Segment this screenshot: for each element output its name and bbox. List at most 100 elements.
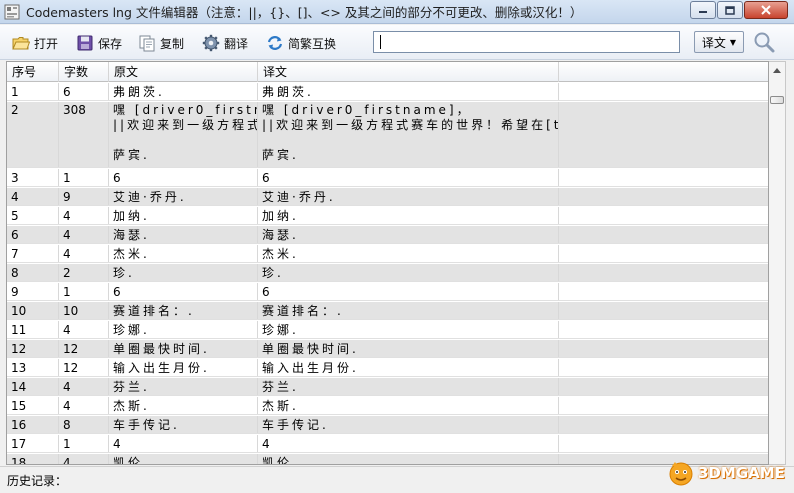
column-header-original[interactable]: 原文	[109, 62, 258, 82]
minimize-button[interactable]	[690, 1, 716, 19]
save-button[interactable]: 保存	[76, 32, 122, 54]
table-row[interactable]: 1 6 弗朗茨. 弗朗茨.	[7, 83, 768, 101]
cell-id[interactable]: 8	[7, 264, 59, 281]
copy-button[interactable]: 复制	[138, 32, 184, 54]
cell-translation[interactable]: 单圈最快时间.	[258, 340, 559, 357]
cell-count[interactable]: 1	[59, 169, 109, 186]
table-row[interactable]: 13 12 输入出生月份. 输入出生月份.	[7, 359, 768, 377]
cell-id[interactable]: 3	[7, 169, 59, 186]
table-row[interactable]: 9166	[7, 283, 768, 301]
cell-count[interactable]: 4	[59, 454, 109, 464]
table-row[interactable]: 4 9 艾迪·乔丹. 艾迪·乔丹.	[7, 188, 768, 206]
table-row[interactable]: 12 12 单圈最快时间. 单圈最快时间.	[7, 340, 768, 358]
cell-translation[interactable]: 海瑟.	[258, 226, 559, 243]
cell-original[interactable]: 单圈最快时间.	[109, 340, 258, 357]
cell-original[interactable]: 嘿 [driver0_firstname]， ||欢迎来到一级方程式 萨宾.	[109, 102, 258, 167]
cell-translation[interactable]: 杰米.	[258, 245, 559, 262]
table-row[interactable]: 18 4 凯伦. 凯伦.	[7, 454, 768, 464]
cell-id[interactable]: 16	[7, 416, 59, 433]
search-icon[interactable]	[752, 30, 776, 54]
cell-original[interactable]: 珍娜.	[109, 321, 258, 338]
cell-id[interactable]: 18	[7, 454, 59, 464]
cell-id[interactable]: 14	[7, 378, 59, 395]
cell-id[interactable]: 4	[7, 188, 59, 205]
cell-translation[interactable]: 弗朗茨.	[258, 83, 559, 100]
cell-translation[interactable]: 6	[258, 169, 559, 186]
table-row[interactable]: 3166	[7, 169, 768, 187]
cell-translation[interactable]: 输入出生月份.	[258, 359, 559, 376]
column-select[interactable]: 译文 ▼	[694, 31, 744, 53]
cell-id[interactable]: 7	[7, 245, 59, 262]
cell-count[interactable]: 4	[59, 207, 109, 224]
close-button[interactable]	[744, 1, 788, 19]
cell-original[interactable]: 艾迪·乔丹.	[109, 188, 258, 205]
cell-original[interactable]: 杰斯.	[109, 397, 258, 414]
cell-id[interactable]: 5	[7, 207, 59, 224]
cell-id[interactable]: 10	[7, 302, 59, 319]
table-row[interactable]: 17 1 4 4	[7, 435, 768, 453]
scroll-up-button[interactable]	[769, 62, 785, 78]
cell-count[interactable]: 10	[59, 302, 109, 319]
cell-count[interactable]: 1	[59, 283, 109, 300]
cell-original[interactable]: 车手传记.	[109, 416, 258, 433]
cell-id[interactable]: 6	[7, 226, 59, 243]
cell-original[interactable]: 弗朗茨.	[109, 83, 258, 100]
cell-original[interactable]: 芬兰.	[109, 378, 258, 395]
column-header-translation[interactable]: 译文	[258, 62, 559, 82]
cell-translation[interactable]: 芬兰.	[258, 378, 559, 395]
string-table[interactable]: 序号 字数 原文 译文 1 6 弗朗茨. 弗朗茨. 2 308 嘿 [driver0_fir…	[6, 61, 769, 465]
cell-count[interactable]: 2	[59, 264, 109, 281]
open-button[interactable]: 打开	[12, 32, 58, 54]
cell-original[interactable]: 凯伦.	[109, 454, 258, 464]
table-row[interactable]: 6 4 海瑟. 海瑟.	[7, 226, 768, 244]
cell-id[interactable]: 11	[7, 321, 59, 338]
cell-translation[interactable]: 4	[258, 435, 559, 452]
cell-count[interactable]: 4	[59, 321, 109, 338]
cell-translation[interactable]: 杰斯.	[258, 397, 559, 414]
cell-original[interactable]: 珍.	[109, 264, 258, 281]
cell-id[interactable]: 17	[7, 435, 59, 452]
cell-count[interactable]: 12	[59, 340, 109, 357]
cell-translation[interactable]: 车手传记.	[258, 416, 559, 433]
cell-original[interactable]: 海瑟.	[109, 226, 258, 243]
vertical-scrollbar[interactable]	[769, 61, 786, 465]
cell-count[interactable]: 4	[59, 245, 109, 262]
cell-id[interactable]: 1	[7, 83, 59, 100]
table-row[interactable]: 14 4 芬兰. 芬兰.	[7, 378, 768, 396]
cell-count[interactable]: 1	[59, 435, 109, 452]
cell-count[interactable]: 12	[59, 359, 109, 376]
cell-count[interactable]: 6	[59, 83, 109, 100]
cell-original[interactable]: 4	[109, 435, 258, 452]
cell-count[interactable]: 4	[59, 378, 109, 395]
cell-original[interactable]: 杰米.	[109, 245, 258, 262]
table-row[interactable]: 10 10 赛道排名：. 赛道排名：.	[7, 302, 768, 320]
cell-original[interactable]: 6	[109, 169, 258, 186]
column-header-count[interactable]: 字数	[59, 62, 109, 82]
scroll-thumb[interactable]	[770, 96, 784, 104]
cell-id[interactable]: 13	[7, 359, 59, 376]
cell-id[interactable]: 9	[7, 283, 59, 300]
cell-translation[interactable]: 凯伦.	[258, 454, 559, 464]
cell-count[interactable]: 9	[59, 188, 109, 205]
table-row[interactable]: 16 8 车手传记. 车手传记.	[7, 416, 768, 434]
table-row[interactable]: 2308嘿 [driver0_firstname]， ||欢迎来到一级方程式 萨…	[7, 102, 768, 168]
cell-original[interactable]: 输入出生月份.	[109, 359, 258, 376]
search-field[interactable]	[373, 31, 680, 53]
convert-button[interactable]: 简繁互换	[266, 32, 336, 54]
cell-translation[interactable]: 嘿 [driver0_firstname]， ||欢迎来到一级方程式赛车的世界！…	[258, 102, 559, 167]
table-row[interactable]: 5 4 加纳. 加纳.	[7, 207, 768, 225]
cell-count[interactable]: 8	[59, 416, 109, 433]
cell-translation[interactable]: 加纳.	[258, 207, 559, 224]
table-row[interactable]: 11 4 珍娜. 珍娜.	[7, 321, 768, 339]
cell-translation[interactable]: 6	[258, 283, 559, 300]
cell-translation[interactable]: 珍.	[258, 264, 559, 281]
table-row[interactable]: 15 4 杰斯. 杰斯.	[7, 397, 768, 415]
cell-translation[interactable]: 珍娜.	[258, 321, 559, 338]
table-row[interactable]: 8 2 珍. 珍.	[7, 264, 768, 282]
cell-original[interactable]: 加纳.	[109, 207, 258, 224]
cell-id[interactable]: 15	[7, 397, 59, 414]
table-row[interactable]: 7 4 杰米. 杰米.	[7, 245, 768, 263]
translate-button[interactable]: 翻译	[202, 32, 248, 54]
column-header-id[interactable]: 序号	[7, 62, 59, 82]
cell-count[interactable]: 4	[59, 226, 109, 243]
